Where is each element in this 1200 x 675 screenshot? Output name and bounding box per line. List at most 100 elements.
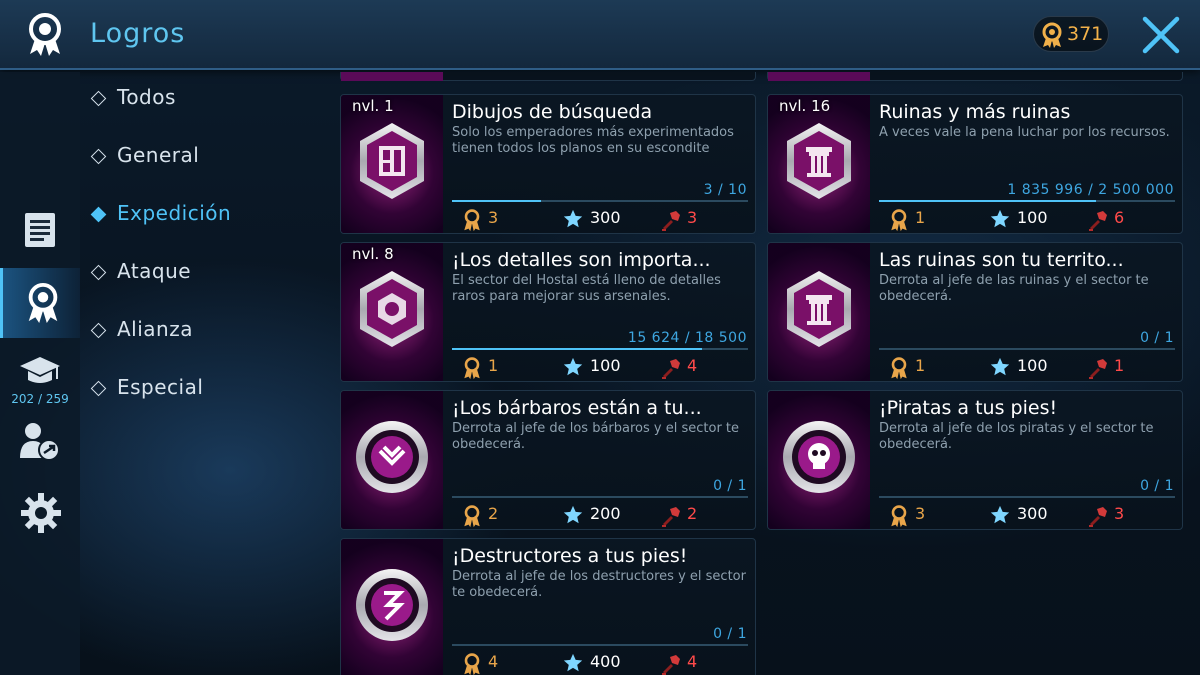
card-progress-bar — [452, 496, 748, 498]
card-level: nvl. 8 — [352, 245, 394, 263]
card-progress-text: 0 / 1 — [713, 478, 747, 494]
diamond-icon — [90, 322, 107, 339]
medal-icon — [891, 505, 907, 528]
star-icon — [990, 505, 1010, 524]
card-description: Derrota al jefe de los bárbaros y el sec… — [452, 421, 740, 452]
star-icon — [563, 357, 583, 376]
card-description: Derrota al jefe de los piratas y el sect… — [879, 421, 1154, 452]
menu-item-especial[interactable]: Especial — [90, 369, 320, 409]
reward-medals-value: 3 — [915, 504, 926, 523]
star-icon — [990, 209, 1010, 228]
card-progress-text: 15 624 / 18 500 — [627, 330, 747, 346]
card-progress-bar — [879, 496, 1175, 498]
trophy-icon — [662, 507, 680, 527]
page-title: Logros — [90, 18, 186, 49]
card-level: nvl. 16 — [779, 97, 831, 115]
card-progress-bar — [452, 200, 748, 202]
card-art — [341, 95, 443, 233]
trophy-icon — [1089, 211, 1107, 231]
menu-item-expedicion[interactable]: Expedición — [90, 195, 320, 235]
card-progress-text: 3 / 10 — [703, 182, 747, 198]
achievements-list[interactable]: nvl. 1 Dibujos de búsqueda Solo los empe… — [338, 72, 1188, 675]
diamond-icon — [90, 90, 107, 107]
achievement-card-3[interactable]: nvl. 8 ¡Los detalles son importa... El s… — [340, 242, 756, 382]
menu-item-label: Expedición — [117, 201, 232, 225]
reward-stars-value: 100 — [1017, 208, 1048, 227]
reward-stars-value: 400 — [590, 652, 621, 671]
card-title: Dibujos de búsqueda — [452, 101, 653, 123]
diamond-icon — [90, 380, 107, 397]
card-progress-bar — [879, 200, 1175, 202]
research-counter: 202 / 259 — [11, 392, 69, 406]
rail-settings-button[interactable] — [0, 482, 80, 552]
achievement-ribbon-icon — [28, 283, 58, 323]
hex-nut-icon — [360, 271, 424, 347]
achievement-card-5[interactable]: ¡Los bárbaros están a tu... Derrota al j… — [340, 390, 756, 530]
menu-item-label: Todos — [117, 85, 176, 109]
medal-icon — [891, 209, 907, 232]
card-title: ¡Piratas a tus pies! — [879, 397, 1058, 419]
reward-stars-value: 100 — [590, 356, 621, 375]
reward-trophies-value: 2 — [687, 504, 698, 523]
card-art — [768, 95, 870, 233]
reward-medals-value: 4 — [488, 652, 499, 671]
achievement-card-partial[interactable] — [767, 72, 1183, 81]
achievement-card-2[interactable]: nvl. 16 Ruinas y más ruinas A veces vale… — [767, 94, 1183, 234]
rail-achievements-button[interactable] — [0, 268, 80, 338]
star-icon — [563, 505, 583, 524]
blueprint-icon — [360, 123, 424, 199]
reward-medals-value: 1 — [488, 356, 499, 375]
card-art — [341, 391, 443, 529]
diamond-icon — [90, 264, 107, 281]
reward-medals-value: 1 — [915, 356, 926, 375]
close-icon[interactable] — [1140, 14, 1182, 56]
reward-trophies-value: 4 — [687, 652, 698, 671]
menu-item-todos[interactable]: Todos — [90, 79, 320, 119]
card-title: Ruinas y más ruinas — [879, 101, 1071, 123]
menu-item-ataque[interactable]: Ataque — [90, 253, 320, 293]
card-progress-text: 1 835 996 / 2 500 000 — [1007, 182, 1174, 198]
card-art — [768, 391, 870, 529]
diamond-icon — [90, 206, 107, 223]
user-share-icon — [20, 423, 60, 461]
card-description: A veces vale la pena luchar por los recu… — [879, 125, 1170, 140]
medal-icon — [1042, 22, 1062, 48]
medal-icon — [464, 209, 480, 232]
medal-icon — [891, 357, 907, 380]
destroyer-emblem-icon — [356, 569, 428, 641]
document-icon — [25, 213, 55, 247]
reward-medals-value: 2 — [488, 504, 499, 523]
menu-item-alianza[interactable]: Alianza — [90, 311, 320, 351]
achievement-card-7[interactable]: ¡Destructores a tus pies! Derrota al jef… — [340, 538, 756, 675]
card-description: Solo los emperadores más experimentados … — [452, 125, 734, 156]
rail-profile-button[interactable] — [0, 412, 80, 482]
card-title: ¡Los detalles son importa... — [452, 249, 711, 271]
currency-badge: 371 — [1033, 16, 1109, 52]
gear-icon — [21, 493, 61, 533]
card-art — [768, 243, 870, 381]
reward-trophies-value: 4 — [687, 356, 698, 375]
card-art — [341, 539, 443, 675]
medal-icon — [464, 653, 480, 675]
card-progress-bar — [879, 348, 1175, 350]
card-art — [341, 243, 443, 381]
card-progress-text: 0 / 1 — [1140, 478, 1174, 494]
achievement-card-6[interactable]: ¡Piratas a tus pies! Derrota al jefe de … — [767, 390, 1183, 530]
reward-trophies-value: 6 — [1114, 208, 1125, 227]
left-rail: 202 / 259 — [0, 72, 80, 675]
reward-stars-value: 300 — [1017, 504, 1048, 523]
column-ruins-icon — [787, 123, 851, 199]
currency-value: 371 — [1067, 23, 1104, 45]
achievement-card-partial[interactable] — [340, 72, 756, 81]
achievement-card-1[interactable]: nvl. 1 Dibujos de búsqueda Solo los empe… — [340, 94, 756, 234]
reward-stars-value: 100 — [1017, 356, 1048, 375]
card-progress-fill — [452, 348, 703, 350]
menu-item-general[interactable]: General — [90, 137, 320, 177]
reward-medals-value: 1 — [915, 208, 926, 227]
achievement-card-4[interactable]: Las ruinas son tu territo... Derrota al … — [767, 242, 1183, 382]
diamond-icon — [90, 148, 107, 165]
barbarian-emblem-icon — [356, 421, 428, 493]
rail-reports-button[interactable] — [0, 198, 80, 268]
achievement-ribbon-icon — [29, 13, 61, 56]
card-description: Derrota al jefe de los destructores y el… — [452, 569, 746, 600]
